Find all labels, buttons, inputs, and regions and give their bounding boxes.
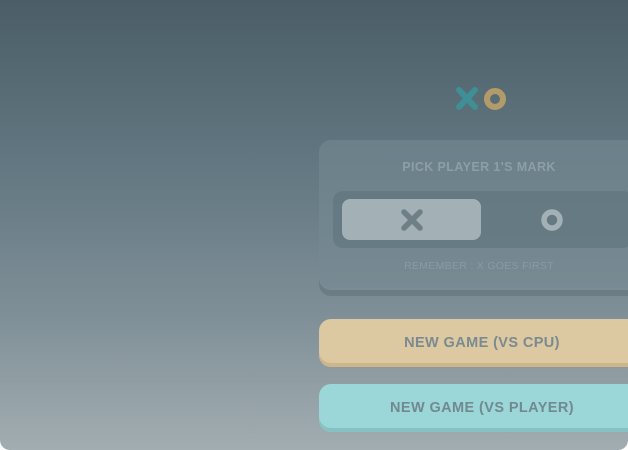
new-game-vs-player-label: NEW GAME (VS PLAYER) xyxy=(390,400,574,416)
new-game-vs-cpu-button[interactable]: NEW GAME (VS CPU) xyxy=(319,319,628,367)
o-icon xyxy=(540,208,563,231)
game-menu-screen: PICK PLAYER 1'S MARK REMEMBER : X GOES F… xyxy=(0,0,628,450)
logo xyxy=(455,86,509,112)
x-icon xyxy=(400,208,423,231)
select-x-button[interactable] xyxy=(342,199,481,240)
first-turn-hint: REMEMBER : X GOES FIRST xyxy=(404,260,554,272)
new-game-vs-cpu-label: NEW GAME (VS CPU) xyxy=(404,335,560,351)
o-icon xyxy=(484,88,506,110)
logo-graphic xyxy=(456,87,506,110)
select-o-button[interactable] xyxy=(482,199,621,240)
x-icon xyxy=(456,87,478,110)
new-game-vs-player-button[interactable]: NEW GAME (VS PLAYER) xyxy=(319,384,628,432)
pick-mark-title: PICK PLAYER 1'S MARK xyxy=(402,160,556,174)
